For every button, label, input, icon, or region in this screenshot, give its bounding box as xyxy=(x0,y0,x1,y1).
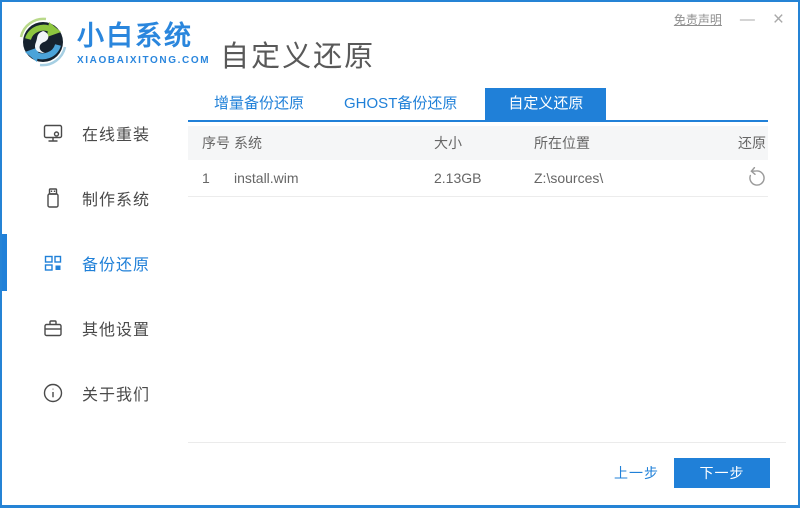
sidebar-item-backup-restore[interactable]: 备份还原 xyxy=(2,230,188,295)
minimize-icon[interactable]: — xyxy=(740,12,755,27)
next-step-button[interactable]: 下一步 xyxy=(674,457,770,488)
col-header-no: 序号 xyxy=(202,135,230,151)
toolbox-icon xyxy=(44,319,62,336)
brand-logo: 小白系统 XIAOBAIXITONG.COM xyxy=(16,15,210,69)
table-header-row: 序号 系统 大小 所在位置 还原 xyxy=(188,126,768,160)
tab-bar: 增量备份还原 GHOST备份还原 自定义还原 xyxy=(188,88,768,122)
sidebar-item-label: 其他设置 xyxy=(82,321,151,339)
restore-row-button[interactable] xyxy=(714,167,768,189)
monitor-icon xyxy=(43,124,63,142)
main-content: 增量备份还原 GHOST备份还原 自定义还原 序号 系统 大小 所在位置 还原 … xyxy=(188,88,798,502)
titlebar-controls: 免责声明 — × xyxy=(674,10,784,29)
restore-icon xyxy=(749,167,765,186)
brand-name: 小白系统 xyxy=(77,21,193,51)
page-title: 自定义还原 xyxy=(220,41,376,73)
previous-step-button[interactable]: 上一步 xyxy=(614,463,659,483)
cell-location: Z:\sources\ xyxy=(534,170,604,186)
col-header-size: 大小 xyxy=(434,135,462,151)
sidebar-item-online-reinstall[interactable]: 在线重装 xyxy=(2,100,188,165)
backup-grid-icon xyxy=(44,255,62,271)
info-icon xyxy=(43,383,63,402)
sidebar-item-about-us[interactable]: 关于我们 xyxy=(2,360,188,425)
sidebar-item-label: 在线重装 xyxy=(82,126,151,144)
sidebar-item-other-settings[interactable]: 其他设置 xyxy=(2,295,188,360)
backup-table: 序号 系统 大小 所在位置 还原 1 install.wim 2.13GB Z:… xyxy=(188,126,768,197)
table-row[interactable]: 1 install.wim 2.13GB Z:\sources\ xyxy=(188,160,768,197)
sidebar-item-label: 制作系统 xyxy=(82,191,151,209)
brand-text: 小白系统 XIAOBAIXITONG.COM xyxy=(77,21,211,69)
sidebar-item-make-system[interactable]: 制作系统 xyxy=(2,165,188,230)
sidebar-item-label: 关于我们 xyxy=(82,386,151,404)
cell-no: 1 xyxy=(202,170,210,186)
footer-bar: 上一步 下一步 xyxy=(188,442,786,502)
brand-domain: XIAOBAIXITONG.COM xyxy=(77,54,211,66)
sidebar: 在线重装 制作系统 备份还原 其他设置 关于我们 xyxy=(2,88,188,502)
cell-size: 2.13GB xyxy=(434,170,482,186)
usb-drive-icon xyxy=(47,187,59,208)
cell-system: install.wim xyxy=(234,170,299,186)
tab-incremental-backup-restore[interactable]: 增量备份还原 xyxy=(202,88,316,120)
refresh-globe-logo-icon xyxy=(19,17,67,67)
col-header-location: 所在位置 xyxy=(534,135,590,151)
tab-custom-restore[interactable]: 自定义还原 xyxy=(485,88,607,120)
col-header-system: 系统 xyxy=(234,135,262,151)
tab-ghost-backup-restore[interactable]: GHOST备份还原 xyxy=(332,88,469,120)
app-window: 免责声明 — × 小白系统 XIAOBAIXITONG.COM 自定义还原 在线… xyxy=(0,0,800,508)
sidebar-item-label: 备份还原 xyxy=(82,256,151,274)
close-icon[interactable]: × xyxy=(773,10,784,29)
disclaimer-link[interactable]: 免责声明 xyxy=(674,11,722,28)
col-header-restore: 还原 xyxy=(738,135,766,151)
